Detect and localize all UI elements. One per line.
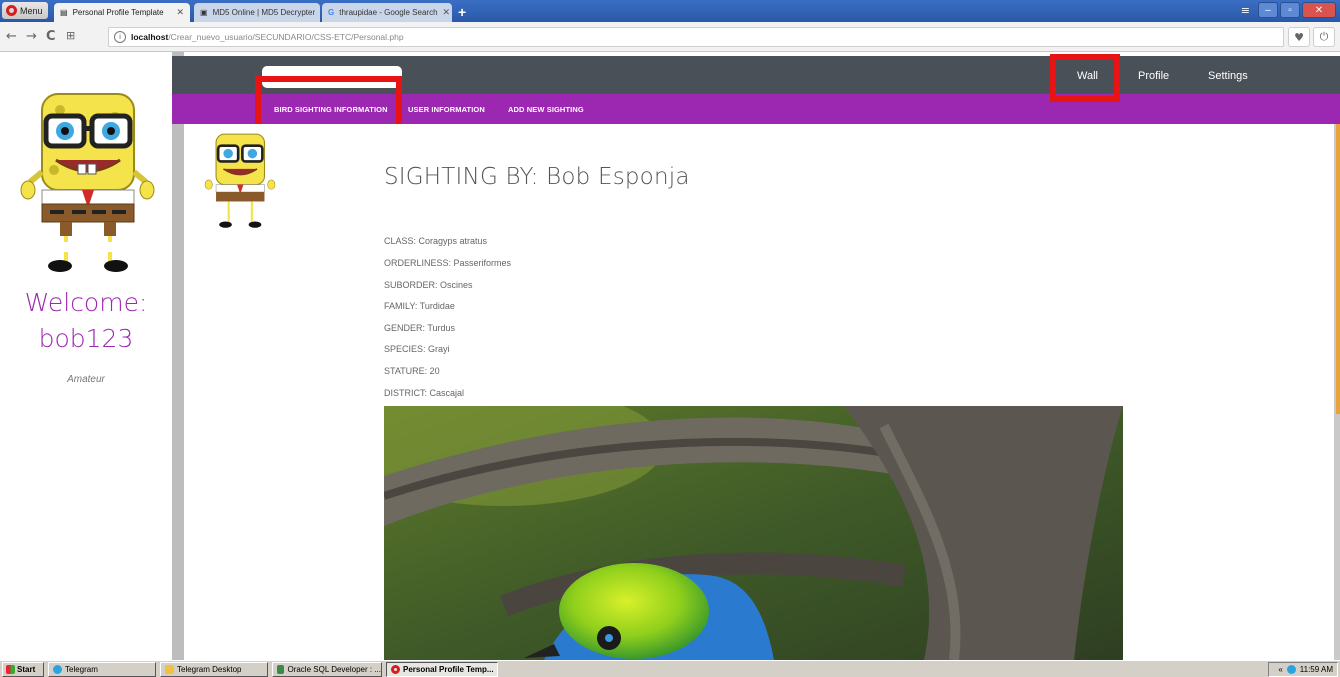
- sighting-content: SIGHTING BY: Bob Esponja CLASS: Coragyps…: [184, 124, 1334, 660]
- close-tab-icon[interactable]: ✕: [443, 7, 451, 18]
- spongebob-avatar: [20, 93, 155, 272]
- start-button[interactable]: Start: [2, 662, 44, 677]
- forward-icon[interactable]: →: [26, 29, 37, 44]
- menu-label: Menu: [20, 5, 43, 16]
- highlight-box-wall: [1050, 54, 1120, 102]
- telegram-icon: [53, 665, 62, 674]
- bird-photo: [384, 406, 1123, 660]
- browser-tab-strip: Menu ▤ Personal Profile Template ✕ ▣ MD5…: [0, 0, 1340, 22]
- taskbar: Start Telegram Telegram Desktop Oracle S…: [0, 660, 1340, 677]
- minimize-button[interactable]: –: [1258, 2, 1278, 18]
- fact-species: SPECIES: Grayi: [384, 344, 450, 354]
- window-controls: – ▫ ✕: [1258, 2, 1336, 18]
- welcome-label: Welcome:: [24, 288, 148, 317]
- page-icon: ▤: [60, 8, 68, 17]
- spongebob-thumbnail: [204, 133, 276, 228]
- fact-orderliness: ORDERLINESS: Passeriformes: [384, 258, 512, 268]
- taskbar-item-label: Personal Profile Temp...: [403, 665, 494, 674]
- tab-label: Personal Profile Template: [72, 8, 164, 17]
- tab-google-search[interactable]: G thraupidae - Google Search ✕: [322, 3, 452, 22]
- fact-stature: STATURE: 20: [384, 366, 440, 376]
- heart-icon[interactable]: ♥: [1288, 27, 1310, 47]
- system-tray: « 11:59 AM: [1268, 662, 1338, 677]
- tray-expand-icon[interactable]: «: [1278, 665, 1282, 674]
- restore-button[interactable]: ▫: [1280, 2, 1300, 18]
- taskbar-item-personal-profile[interactable]: Personal Profile Temp...: [386, 662, 498, 677]
- taskbar-item-oracle-sql-developer[interactable]: Oracle SQL Developer : ...: [272, 662, 382, 677]
- fact-suborder: SUBORDER: Oscines: [384, 280, 473, 290]
- url-path: /Crear_nuevo_usuario/SECUNDARIO/CSS-ETC/…: [168, 32, 404, 42]
- reload-icon[interactable]: C: [46, 29, 56, 44]
- folder-icon: [165, 665, 174, 674]
- fact-class: CLASS: Coragyps atratus: [384, 236, 488, 246]
- speed-dial-icon[interactable]: ⊞: [66, 29, 75, 42]
- clock: 11:59 AM: [1299, 665, 1333, 674]
- tab-md5-online[interactable]: ▣ MD5 Online | MD5 Decrypter ✕: [194, 3, 320, 22]
- fact-family: FAMILY: Turdidae: [384, 301, 455, 311]
- tab-label: thraupidae - Google Search: [339, 8, 438, 17]
- sidebar-divider: [172, 52, 184, 660]
- user-rank: Amateur: [67, 374, 105, 385]
- nav-settings[interactable]: Settings: [1208, 70, 1248, 82]
- google-icon: G: [328, 8, 335, 17]
- new-tab-button[interactable]: +: [458, 4, 466, 20]
- sql-developer-icon: [277, 665, 285, 674]
- taskbar-item-label: Telegram Desktop: [177, 665, 242, 674]
- scrollbar[interactable]: [1334, 124, 1340, 660]
- taskbar-item-label: Telegram: [65, 665, 98, 674]
- tab-user-information[interactable]: USER INFORMATION: [408, 105, 485, 114]
- opera-icon: [391, 665, 400, 674]
- fact-district: DISTRICT: Cascajal: [384, 388, 465, 398]
- url-host: localhost: [131, 32, 169, 42]
- fact-gender: GENDER: Turdus: [384, 323, 456, 333]
- url-input[interactable]: i localhost /Crear_nuevo_usuario/SECUNDA…: [108, 27, 1284, 47]
- profile-sidebar: Welcome: bob123 Amateur: [0, 52, 172, 660]
- taskbar-item-telegram[interactable]: Telegram: [48, 662, 156, 677]
- taskbar-item-telegram-desktop[interactable]: Telegram Desktop: [160, 662, 268, 677]
- page-icon: ▣: [200, 8, 208, 17]
- tab-label: MD5 Online | MD5 Decrypter: [212, 8, 316, 17]
- tab-add-new-sighting[interactable]: ADD NEW SIGHTING: [508, 105, 584, 114]
- nav-profile[interactable]: Profile: [1138, 70, 1169, 82]
- back-icon[interactable]: ←: [6, 29, 17, 44]
- tab-menu-icon[interactable]: ≡: [1241, 4, 1250, 17]
- taskbar-item-label: Oracle SQL Developer : ...: [287, 665, 381, 674]
- scrollbar-thumb[interactable]: [1336, 124, 1340, 414]
- site-info-icon[interactable]: i: [114, 31, 126, 43]
- windows-logo-icon: [6, 665, 15, 674]
- opera-logo-icon: [6, 5, 17, 16]
- address-bar: ← → C ⊞ i localhost /Crear_nuevo_usuario…: [0, 22, 1340, 52]
- opera-menu-button[interactable]: Menu: [2, 2, 48, 19]
- power-icon[interactable]: ⏻: [1313, 27, 1335, 47]
- telegram-tray-icon[interactable]: [1286, 665, 1296, 674]
- close-tab-icon[interactable]: ✕: [176, 7, 184, 18]
- web-page: Welcome: bob123 Amateur Wall Profile Set…: [0, 52, 1340, 660]
- tab-personal-profile[interactable]: ▤ Personal Profile Template ✕: [54, 3, 190, 22]
- close-window-button[interactable]: ✕: [1302, 2, 1336, 18]
- start-label: Start: [17, 665, 36, 674]
- sighting-title: SIGHTING BY: Bob Esponja: [384, 164, 690, 190]
- username: bob123: [38, 324, 134, 353]
